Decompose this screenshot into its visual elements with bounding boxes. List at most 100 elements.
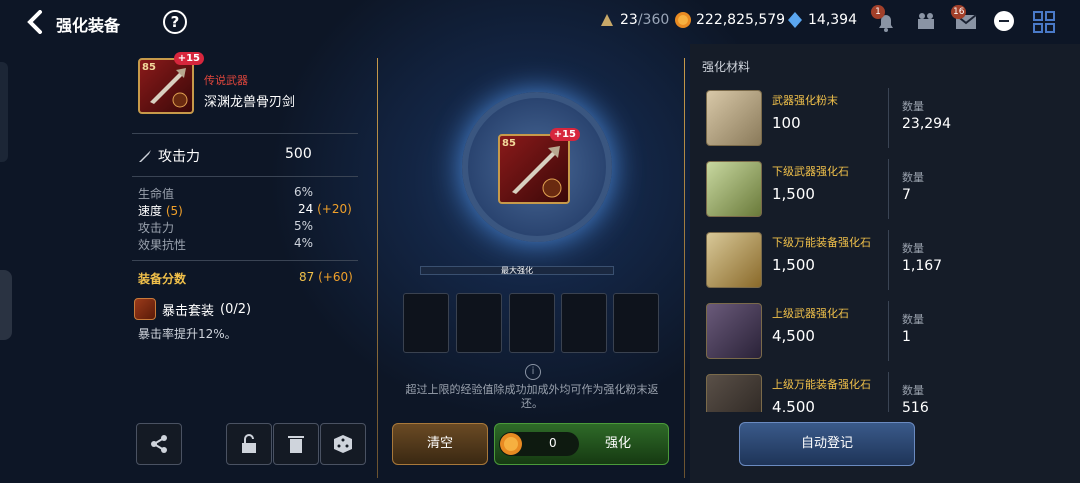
material-item[interactable]: 上级武器强化石 4,500 数量 1: [702, 299, 956, 363]
material-slot[interactable]: [403, 293, 449, 353]
material-qty: 23,294: [902, 116, 951, 132]
speed-bonus: (+20): [317, 202, 352, 216]
qty-label: 数量: [902, 242, 924, 255]
center-item-level: 85: [502, 138, 516, 149]
speed-extra: (5): [165, 204, 183, 218]
center-item-icon[interactable]: 85 +15: [498, 128, 580, 204]
lock-button[interactable]: [226, 423, 272, 465]
qty-label: 数量: [902, 100, 924, 113]
stamina-value: 23: [620, 12, 638, 28]
menu-grid-icon[interactable]: [1031, 9, 1057, 35]
material-qty: 1: [902, 329, 911, 345]
center-item-plus: +15: [549, 128, 580, 141]
material-slot[interactable]: [509, 293, 555, 353]
score-label: 装备分数: [138, 272, 187, 286]
set-row: 暴击套装 (0/2): [134, 298, 251, 320]
divider: [888, 230, 889, 290]
share-button[interactable]: [136, 423, 182, 465]
bell-badge: 1: [871, 5, 885, 19]
gold-coin-icon: [500, 433, 522, 455]
share-icon: [151, 435, 167, 453]
material-name: 上级武器强化石: [772, 307, 849, 320]
material-qty: 516: [902, 400, 929, 412]
stone-icon: [706, 303, 762, 359]
stone-icon: [706, 232, 762, 288]
stamina-max: /360: [637, 12, 670, 28]
gold-counter[interactable]: 222,825,579: [674, 11, 785, 29]
auto-register-button[interactable]: 自动登记: [739, 422, 915, 466]
stat-label-hp: 生命值: [138, 187, 175, 201]
info-icon[interactable]: i: [525, 364, 541, 380]
dice-icon: [334, 435, 352, 453]
item-name: 深渊龙兽骨刃剑: [204, 95, 296, 110]
gem-counter[interactable]: 14,394: [786, 11, 857, 29]
materials-title: 强化材料: [702, 60, 751, 74]
stamina-counter[interactable]: 23/360: [598, 11, 669, 29]
enhance-screen: 强化装备 ? 23/360 222,825,579 14,394 1 16 85…: [0, 0, 1080, 483]
item-plus-badge: +15: [173, 52, 204, 65]
unlock-icon: [242, 434, 256, 453]
material-qty: 1,167: [902, 258, 943, 274]
score-number: 87: [299, 270, 315, 284]
material-slot[interactable]: [456, 293, 502, 353]
crit-set-icon: [134, 298, 156, 320]
attack-value: 500: [285, 146, 312, 162]
divider: [132, 133, 358, 134]
material-slot[interactable]: [561, 293, 607, 353]
speed-value: 24: [298, 202, 314, 216]
material-cost: 4,500: [772, 398, 815, 412]
page-title: 强化装备: [56, 16, 121, 35]
item-rarity: 传说武器: [204, 74, 248, 87]
material-name: 武器强化粉末: [772, 94, 838, 107]
dice-button[interactable]: [320, 423, 366, 465]
item-summary: 85 +15 传说武器 深渊龙兽骨刃剑: [132, 52, 362, 128]
clear-button[interactable]: 清空: [392, 423, 488, 465]
attack-row: 攻击力: [138, 146, 200, 166]
material-name: 下级万能装备强化石: [772, 236, 871, 249]
material-cost: 100: [772, 114, 801, 132]
stat-value-attack: 5%: [294, 219, 314, 233]
item-icon[interactable]: 85 +15: [138, 52, 204, 114]
item-level: 85: [142, 62, 156, 73]
material-cost: 1,500: [772, 185, 815, 203]
enhance-cost: 0: [549, 436, 557, 450]
sword-small-icon: [139, 150, 151, 162]
header: 强化装备 ? 23/360 222,825,579 14,394 1 16: [0, 0, 1080, 44]
panel-divider-right: [684, 58, 685, 478]
side-tab-2[interactable]: [0, 270, 12, 340]
delete-button[interactable]: [273, 423, 319, 465]
chat-icon[interactable]: [991, 9, 1017, 35]
material-item[interactable]: 武器强化粉末 100 数量 23,294: [702, 86, 956, 150]
set-desc: 暴击率提升12%。: [138, 327, 237, 341]
material-item[interactable]: 下级武器强化石 1,500 数量 7: [702, 157, 956, 221]
help-icon[interactable]: ?: [163, 10, 187, 34]
back-icon[interactable]: [24, 9, 46, 35]
max-enhance-label: 最大强化: [501, 266, 533, 275]
cost-box: 0: [499, 432, 579, 456]
material-item[interactable]: 上级万能装备强化石 4,500 数量 516: [702, 370, 956, 412]
qty-label: 数量: [902, 171, 924, 184]
set-count: (0/2): [220, 301, 252, 317]
qty-label: 数量: [902, 313, 924, 326]
material-item[interactable]: 下级万能装备强化石 1,500 数量 1,167: [702, 228, 956, 292]
stamina-icon: [598, 11, 616, 29]
panel-divider-left: [377, 58, 378, 478]
stat-value-resist: 4%: [294, 236, 314, 250]
stat-label-resist: 效果抗性: [138, 238, 187, 252]
material-slot[interactable]: [613, 293, 659, 353]
attack-label: 攻击力: [158, 149, 200, 165]
material-cost: 4,500: [772, 327, 815, 345]
divider: [888, 159, 889, 219]
speed-label: 速度: [138, 204, 163, 218]
stone-icon: [706, 161, 762, 217]
guild-icon[interactable]: [913, 9, 939, 35]
enhance-button[interactable]: 0 强化: [494, 423, 669, 465]
gem-value: 14,394: [808, 12, 857, 28]
material-name: 下级武器强化石: [772, 165, 849, 178]
enhance-label: 强化: [605, 436, 632, 451]
qty-label: 数量: [902, 384, 924, 397]
stat-label-attack: 攻击力: [138, 221, 175, 235]
side-tab[interactable]: [0, 62, 8, 162]
powder-icon: [706, 90, 762, 146]
divider: [888, 88, 889, 148]
